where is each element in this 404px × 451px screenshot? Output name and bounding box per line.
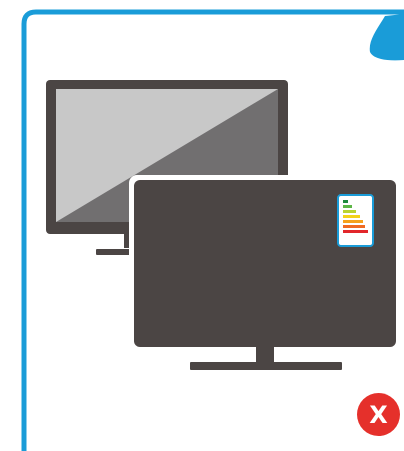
energy-bar-b (343, 205, 352, 208)
tv-energy-card: X (0, 0, 404, 451)
energy-bar-c (343, 210, 356, 213)
front-tv-neck (256, 347, 274, 363)
energy-efficiency-label-icon (337, 194, 374, 247)
energy-bar-g (343, 230, 368, 233)
close-icon: X (369, 400, 388, 429)
energy-bar-a (343, 200, 348, 203)
back-tv-base (96, 249, 134, 255)
energy-bar-d (343, 215, 360, 218)
energy-bar-e (343, 220, 363, 223)
card-illustration (21, 9, 404, 451)
front-tv-base (190, 362, 342, 370)
close-button[interactable]: X (357, 393, 400, 436)
energy-bar-f (343, 225, 365, 228)
corner-accent (369, 14, 404, 61)
